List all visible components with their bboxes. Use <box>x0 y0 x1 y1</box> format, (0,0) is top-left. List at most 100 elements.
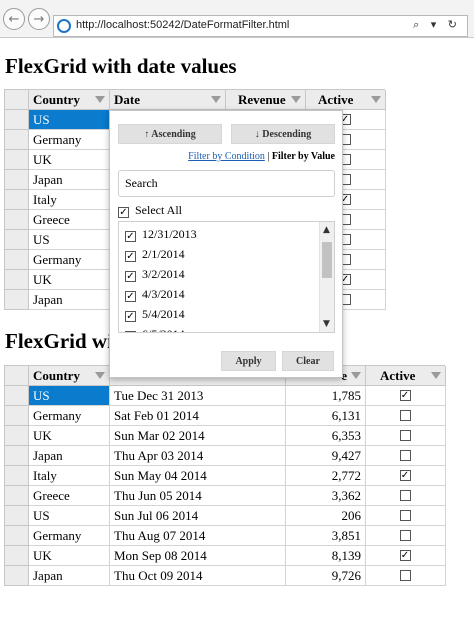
filter-value-item[interactable]: ✓ 6/5/2014 <box>125 327 185 332</box>
row-header[interactable] <box>5 526 29 546</box>
country-cell[interactable]: UK <box>29 150 110 170</box>
clear-button[interactable]: Clear <box>282 351 334 371</box>
active-cell[interactable] <box>366 566 446 586</box>
row-header[interactable] <box>5 190 29 210</box>
revenue-cell[interactable]: 9,726 <box>286 566 366 586</box>
select-all-checkbox[interactable]: ✓ Select All <box>118 203 182 218</box>
checkbox-unchecked-icon[interactable] <box>399 510 411 521</box>
checkbox-checked-icon[interactable]: ✓ <box>125 291 136 302</box>
sort-descending-button[interactable]: ↓ Descending <box>231 124 335 144</box>
active-cell[interactable] <box>366 426 446 446</box>
checkbox-checked-icon[interactable]: ✓ <box>125 271 136 282</box>
apply-button[interactable]: Apply <box>221 351 276 371</box>
filter-search-input[interactable] <box>118 170 335 197</box>
row-header[interactable] <box>5 546 29 566</box>
country-cell[interactable]: Greece <box>29 210 110 230</box>
checkbox-unchecked-icon[interactable] <box>399 570 411 581</box>
grid2-header-active[interactable]: Active <box>366 366 446 386</box>
scroll-down-icon[interactable]: ▼ <box>323 319 330 329</box>
row-header[interactable] <box>5 230 29 250</box>
filter-value-item[interactable]: ✓ 3/2/2014 <box>125 267 185 282</box>
checkbox-unchecked-icon[interactable] <box>399 490 411 501</box>
checkbox-checked-icon[interactable]: ✓ <box>399 390 411 401</box>
country-cell[interactable]: Japan <box>29 446 110 466</box>
checkbox-unchecked-icon[interactable] <box>399 430 411 441</box>
row-header[interactable] <box>5 270 29 290</box>
date-cell[interactable]: Sun May 04 2014 <box>110 466 286 486</box>
active-cell[interactable]: ✓ <box>366 386 446 406</box>
grid1-header-revenue[interactable]: Revenue <box>226 90 306 110</box>
scroll-up-icon[interactable]: ▲ <box>323 225 330 235</box>
checkbox-checked-icon[interactable]: ✓ <box>399 550 411 561</box>
country-cell[interactable]: Italy <box>29 190 110 210</box>
revenue-cell[interactable]: 6,353 <box>286 426 366 446</box>
row-header[interactable] <box>5 290 29 310</box>
row-header[interactable] <box>5 150 29 170</box>
country-cell[interactable]: US <box>29 386 110 406</box>
column-filter-popup[interactable]: ↑ Ascending ↓ Descending Filter by Condi… <box>109 110 343 378</box>
filter-icon[interactable] <box>95 96 105 103</box>
revenue-cell[interactable]: 3,851 <box>286 526 366 546</box>
country-cell[interactable]: Germany <box>29 406 110 426</box>
date-cell[interactable]: Mon Sep 08 2014 <box>110 546 286 566</box>
revenue-cell[interactable]: 2,772 <box>286 466 366 486</box>
date-cell[interactable]: Sat Feb 01 2014 <box>110 406 286 426</box>
row-header[interactable] <box>5 406 29 426</box>
row-header[interactable] <box>5 486 29 506</box>
active-cell[interactable] <box>366 506 446 526</box>
active-cell[interactable] <box>366 406 446 426</box>
row-header[interactable] <box>5 170 29 190</box>
row-header[interactable] <box>5 110 29 130</box>
address-bar[interactable]: http://localhost:50242/DateFormatFilter.… <box>53 15 468 37</box>
revenue-cell[interactable]: 9,427 <box>286 446 366 466</box>
row-header[interactable] <box>5 446 29 466</box>
active-cell[interactable] <box>366 486 446 506</box>
grid1-header-country[interactable]: Country <box>29 90 110 110</box>
filter-icon[interactable] <box>95 372 105 379</box>
row-header[interactable] <box>5 426 29 446</box>
date-cell[interactable]: Thu Apr 03 2014 <box>110 446 286 466</box>
date-cell[interactable]: Thu Aug 07 2014 <box>110 526 286 546</box>
revenue-cell[interactable]: 1,785 <box>286 386 366 406</box>
grid2-header-country[interactable]: Country <box>29 366 110 386</box>
row-header[interactable] <box>5 250 29 270</box>
country-cell[interactable]: Germany <box>29 526 110 546</box>
row-header[interactable] <box>5 506 29 526</box>
filter-value-item[interactable]: ✓ 4/3/2014 <box>125 287 185 302</box>
row-header[interactable] <box>5 210 29 230</box>
date-cell[interactable]: Thu Oct 09 2014 <box>110 566 286 586</box>
country-cell[interactable]: Italy <box>29 466 110 486</box>
scrollbar-thumb[interactable] <box>322 242 332 278</box>
country-cell[interactable]: UK <box>29 426 110 446</box>
checkbox-checked-icon[interactable]: ✓ <box>125 331 136 332</box>
checkbox-unchecked-icon[interactable] <box>399 410 411 421</box>
country-cell[interactable]: Japan <box>29 170 110 190</box>
revenue-cell[interactable]: 206 <box>286 506 366 526</box>
filter-icon[interactable] <box>431 372 441 379</box>
grid1-header-active[interactable]: Active <box>306 90 386 110</box>
grid1-header-date[interactable]: Date <box>110 90 226 110</box>
row-header[interactable] <box>5 466 29 486</box>
filter-value-list[interactable]: ✓ 12/31/2013 ✓ 2/1/2014 ✓ 3/2/2014 ✓ 4/3/2014 ✓ 5… <box>118 221 335 333</box>
filter-value-item[interactable]: ✓ 5/4/2014 <box>125 307 185 322</box>
checkbox-checked-icon[interactable]: ✓ <box>125 231 136 242</box>
country-cell[interactable]: Germany <box>29 130 110 150</box>
forward-button[interactable]: → <box>28 8 50 30</box>
revenue-cell[interactable]: 8,139 <box>286 546 366 566</box>
value-list-scrollbar[interactable]: ▲ ▼ <box>319 222 334 332</box>
checkbox-checked-icon[interactable]: ✓ <box>118 207 129 218</box>
country-cell[interactable]: Japan <box>29 566 110 586</box>
checkbox-checked-icon[interactable]: ✓ <box>399 470 411 481</box>
filter-value-item[interactable]: ✓ 2/1/2014 <box>125 247 185 262</box>
filter-icon[interactable] <box>211 96 221 103</box>
country-cell[interactable]: UK <box>29 546 110 566</box>
active-cell[interactable] <box>366 446 446 466</box>
country-cell[interactable]: US <box>29 506 110 526</box>
active-cell[interactable]: ✓ <box>366 466 446 486</box>
filter-icon[interactable] <box>291 96 301 103</box>
date-cell[interactable]: Thu Jun 05 2014 <box>110 486 286 506</box>
checkbox-unchecked-icon[interactable] <box>399 450 411 461</box>
country-cell[interactable]: Greece <box>29 486 110 506</box>
row-header[interactable] <box>5 130 29 150</box>
checkbox-unchecked-icon[interactable] <box>399 530 411 541</box>
